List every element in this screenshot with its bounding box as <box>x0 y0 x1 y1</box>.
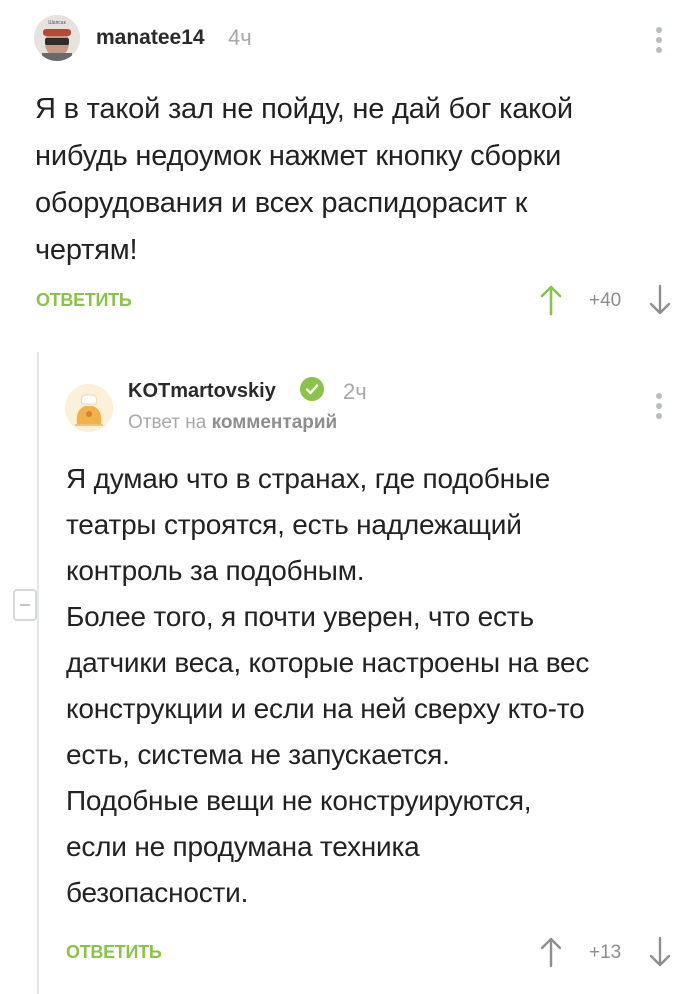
text-line: Более того, я почти уверен, что есть <box>66 601 534 632</box>
timestamp: 2ч <box>343 379 367 404</box>
text-line: театры строятся, есть надлежащий <box>66 509 522 540</box>
comment-text: Я в такой зал не пойду, не дай бог какой… <box>35 86 675 274</box>
text-line: конструкции и если на ней сверху кто-то <box>66 693 585 724</box>
verified-check-icon <box>300 377 324 401</box>
arrow-down-icon[interactable] <box>649 284 671 316</box>
text-line: нибудь недоумок нажмет кнопку сборки <box>35 140 562 172</box>
text-line: Я в такой зал не пойду, не дай бог какой <box>35 93 573 125</box>
text-line: если не продумана техника <box>66 831 420 862</box>
comment-2: KOTmartovskiy 2ч Ответ на комментарий Я … <box>0 360 700 994</box>
comment-text: Я думаю что в странах, где подобные теат… <box>66 456 686 916</box>
arrow-down-icon[interactable] <box>649 936 671 968</box>
reply-to-link[interactable]: комментарий <box>212 412 338 433</box>
kebab-menu-icon[interactable] <box>655 27 663 57</box>
reply-button[interactable]: ОТВЕТИТЬ <box>36 290 132 311</box>
reply-button[interactable]: ОТВЕТИТЬ <box>66 942 162 963</box>
reply-to-prefix: Ответ на <box>128 412 207 433</box>
text-line: оборудования и всех распидорасит к <box>35 187 528 219</box>
avatar-image: Шапсак <box>34 15 80 61</box>
reply-to-info: Ответ на комментарий <box>128 412 337 434</box>
text-line: безопасности. <box>66 877 249 908</box>
text-line: Я думаю что в странах, где подобные <box>66 463 551 494</box>
text-line: есть, система не запускается. <box>66 739 450 770</box>
arrow-up-icon[interactable] <box>540 936 562 968</box>
username[interactable]: manatee14 <box>96 26 205 50</box>
text-line: чертям! <box>35 234 138 266</box>
arrow-up-icon[interactable] <box>540 284 562 316</box>
comment-1: Шапсак manatee14 4ч Я в такой зал не пой… <box>0 0 700 330</box>
text-line: Подобные вещи не конструируются, <box>66 785 532 816</box>
avatar-caption: Шапсак <box>48 20 66 26</box>
kebab-menu-icon[interactable] <box>655 393 663 423</box>
username[interactable]: KOTmartovskiy <box>128 380 276 403</box>
avatar[interactable]: Шапсак <box>34 15 80 61</box>
avatar-image <box>65 384 113 432</box>
avatar[interactable] <box>65 384 113 432</box>
text-line: датчики веса, которые настроены на вес <box>66 647 590 678</box>
text-line: контроль за подобным. <box>66 555 365 586</box>
rating: +13 <box>589 942 622 963</box>
timestamp: 4ч <box>228 25 252 50</box>
rating: +40 <box>589 290 622 311</box>
